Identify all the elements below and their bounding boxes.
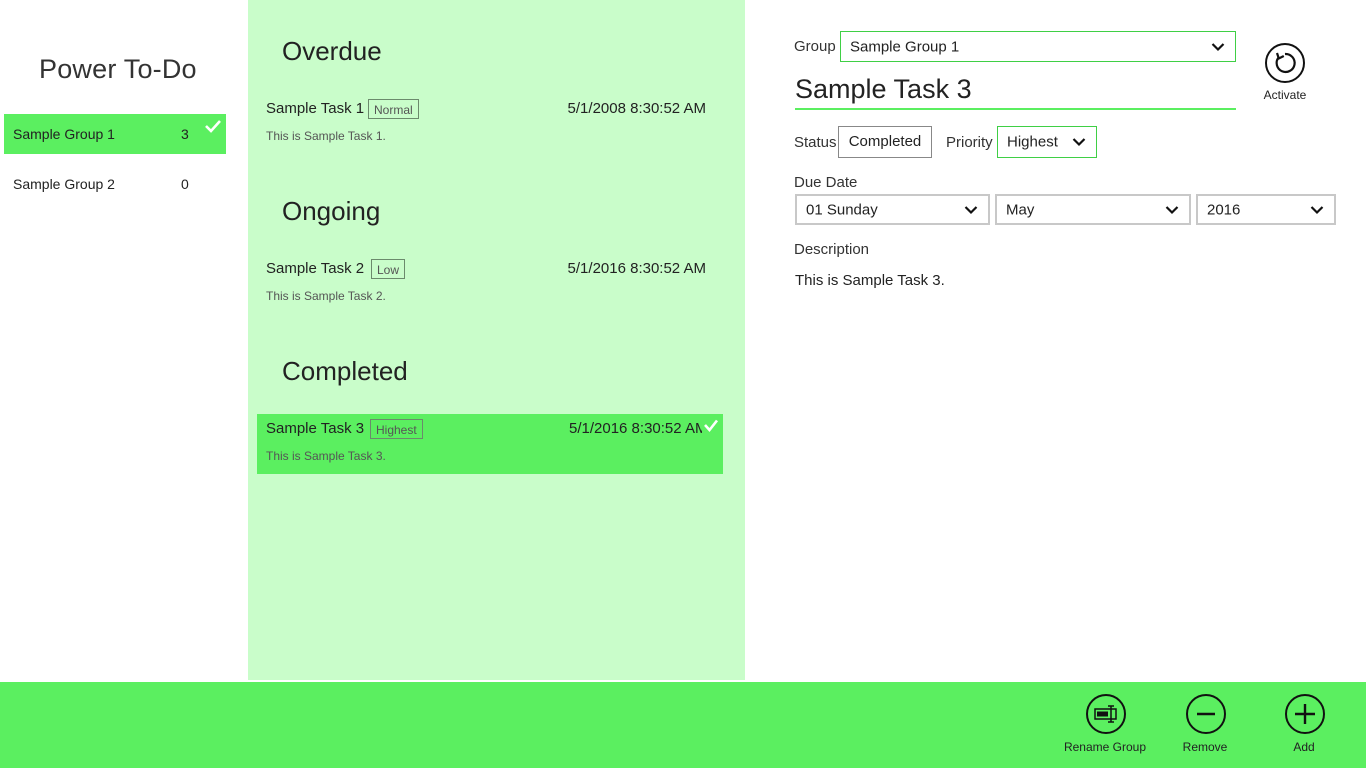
group-item-sample-group-2[interactable]: Sample Group 2 0 bbox=[4, 164, 226, 204]
group-item-sample-group-1[interactable]: Sample Group 1 3 bbox=[4, 114, 226, 154]
group-select-value: Sample Group 1 bbox=[850, 38, 960, 55]
group-count: 0 bbox=[181, 176, 189, 192]
task-description: This is Sample Task 1. bbox=[266, 129, 386, 143]
task-name: Sample Task 1 bbox=[266, 100, 365, 117]
chevron-down-icon bbox=[1072, 137, 1086, 147]
chevron-down-icon bbox=[1165, 205, 1179, 214]
priority-label: Priority bbox=[946, 134, 993, 151]
group-select[interactable]: Sample Group 1 bbox=[840, 31, 1236, 62]
priority-select-value: Highest bbox=[1007, 133, 1058, 151]
due-month-select[interactable]: May bbox=[995, 194, 1191, 225]
group-name: Sample Group 2 bbox=[13, 176, 115, 192]
checkmark-icon bbox=[204, 118, 222, 139]
chevron-down-icon bbox=[1310, 205, 1324, 214]
due-date-label: Due Date bbox=[794, 174, 858, 191]
remove-button[interactable]: Remove bbox=[1160, 694, 1250, 764]
due-month-value: May bbox=[1006, 201, 1035, 218]
description-field[interactable]: This is Sample Task 3. bbox=[795, 272, 1335, 652]
task-name: Sample Task 3 bbox=[266, 420, 365, 437]
task-name: Sample Task 2 bbox=[266, 260, 365, 277]
rename-icon bbox=[1086, 694, 1126, 734]
remove-label: Remove bbox=[1182, 740, 1228, 754]
chevron-down-icon bbox=[964, 205, 978, 214]
status-label: Status bbox=[794, 134, 837, 151]
add-label: Add bbox=[1293, 740, 1315, 754]
task-header-clip: Sample Task 3 Highest 5/1/2016 8:30:52 A… bbox=[257, 414, 702, 444]
group-label: Group bbox=[794, 38, 836, 55]
chevron-down-icon bbox=[1211, 42, 1225, 51]
task-description: This is Sample Task 2. bbox=[266, 289, 386, 303]
due-day-select[interactable]: 01 Sunday bbox=[795, 194, 990, 225]
minus-icon bbox=[1186, 694, 1226, 734]
task-item-sample-task-2[interactable]: Sample Task 2 Low 5/1/2016 8:30:52 AM Th… bbox=[257, 254, 723, 314]
app-title: Power To-Do bbox=[39, 54, 197, 84]
task-date: 5/1/2016 8:30:52 AM bbox=[567, 260, 706, 277]
priority-badge: Highest bbox=[370, 419, 423, 439]
due-year-value: 2016 bbox=[1207, 201, 1241, 218]
status-toggle[interactable]: Completed bbox=[838, 126, 932, 158]
task-item-sample-task-1[interactable]: Sample Task 1 Normal 5/1/2008 8:30:52 AM… bbox=[257, 94, 723, 154]
activate-button[interactable]: Activate bbox=[1257, 40, 1313, 106]
priority-select[interactable]: Highest bbox=[997, 126, 1097, 158]
task-date: 5/1/2016 8:30:52 AM bbox=[569, 420, 702, 437]
task-title-input[interactable]: Sample Task 3 bbox=[795, 74, 1236, 110]
priority-badge: Normal bbox=[368, 99, 419, 119]
plus-icon bbox=[1285, 694, 1325, 734]
rename-group-button[interactable]: Rename Group bbox=[1060, 694, 1150, 764]
add-button[interactable]: Add bbox=[1259, 694, 1349, 764]
task-description: This is Sample Task 3. bbox=[266, 449, 386, 463]
section-title-overdue: Overdue bbox=[282, 36, 382, 66]
section-title-ongoing: Ongoing bbox=[282, 196, 381, 226]
section-title-completed: Completed bbox=[282, 356, 408, 386]
group-count: 3 bbox=[181, 126, 189, 142]
activate-label: Activate bbox=[1263, 88, 1307, 102]
app-bar: Rename Group Remove Add bbox=[0, 682, 1366, 768]
task-list-pane: Overdue Sample Task 1 Normal 5/1/2008 8:… bbox=[248, 0, 745, 680]
refresh-icon bbox=[1265, 43, 1305, 83]
task-date: 5/1/2008 8:30:52 AM bbox=[567, 100, 706, 117]
rename-group-label: Rename Group bbox=[1063, 740, 1147, 754]
due-day-value: 01 Sunday bbox=[806, 201, 878, 218]
description-label: Description bbox=[794, 241, 870, 258]
checkmark-icon bbox=[703, 418, 719, 438]
due-year-select[interactable]: 2016 bbox=[1196, 194, 1336, 225]
priority-badge: Low bbox=[371, 259, 406, 279]
group-name: Sample Group 1 bbox=[13, 126, 115, 142]
task-item-sample-task-3[interactable]: Sample Task 3 Highest 5/1/2016 8:30:52 A… bbox=[257, 414, 723, 474]
